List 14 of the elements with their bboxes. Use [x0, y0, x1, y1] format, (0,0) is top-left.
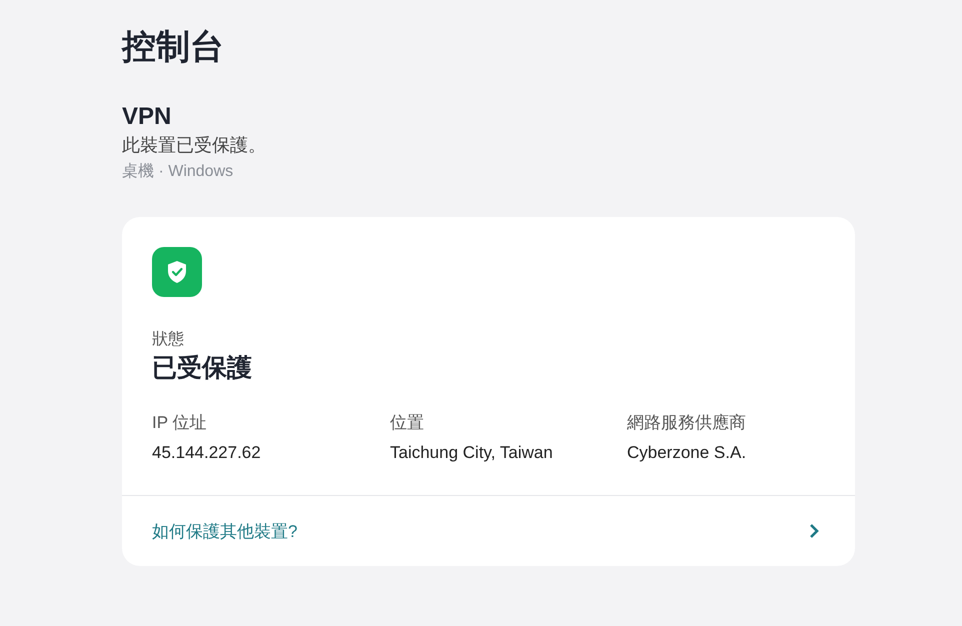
section-title: VPN: [122, 102, 172, 132]
detail-label: 位置: [390, 412, 425, 434]
chevron-right-icon: [809, 523, 819, 539]
detail-label: 網路服務供應商: [627, 412, 747, 434]
protection-message: 此裝置已受保護。: [122, 134, 267, 157]
detail-label: IP 位址: [152, 412, 208, 434]
help-link[interactable]: 如何保護其他裝置?: [122, 496, 855, 566]
detail-value: Taichung City, Taiwan: [390, 442, 554, 464]
device-info: 桌機 · Windows: [122, 162, 234, 182]
status-label: 狀態: [152, 330, 185, 350]
detail-value: 45.144.227.62: [152, 442, 262, 464]
page-title: 控制台: [122, 27, 225, 68]
detail-value: Cyberzone S.A.: [627, 442, 748, 464]
status-value: 已受保護: [152, 353, 253, 384]
